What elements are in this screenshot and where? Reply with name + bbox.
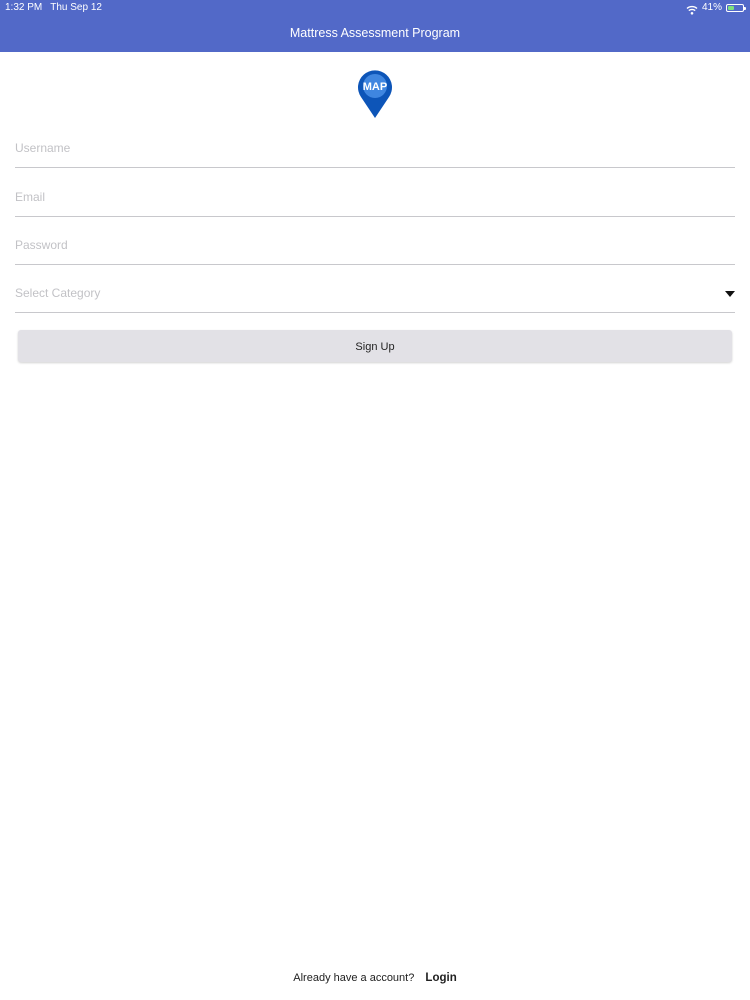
category-placeholder: Select Category [15, 286, 101, 300]
login-prompt: Already have a account? [293, 972, 415, 984]
map-pin-icon: MAP [358, 70, 392, 118]
battery-percent: 41% [701, 2, 722, 13]
username-field[interactable] [15, 133, 735, 168]
battery-level [728, 6, 734, 10]
email-input[interactable] [15, 190, 715, 204]
email-field[interactable] [15, 182, 735, 217]
status-time: 1:32 PM [5, 2, 43, 13]
footer: Already have a account? Login [0, 972, 750, 984]
password-field[interactable] [15, 230, 735, 265]
status-left: 1:32 PM Thu Sep 12 [5, 0, 102, 16]
sign-up-button[interactable]: Sign Up [18, 330, 732, 362]
logo-text: MAP [363, 81, 387, 93]
header-bar: 1:32 PM Thu Sep 12 41% Mattress Assessme… [0, 0, 750, 52]
category-select[interactable]: Select Category [15, 278, 735, 313]
login-link[interactable]: Login [425, 972, 456, 984]
status-bar: 1:32 PM Thu Sep 12 41% [0, 0, 750, 16]
page-title: Mattress Assessment Program [289, 26, 461, 40]
battery-icon [726, 4, 746, 12]
caret-down-icon[interactable] [725, 291, 735, 297]
wifi-icon [686, 5, 698, 15]
username-input[interactable] [15, 141, 715, 155]
status-date: Thu Sep 12 [50, 2, 102, 13]
password-input[interactable] [15, 238, 715, 252]
signup-screen: 1:32 PM Thu Sep 12 41% Mattress Assessme… [0, 0, 750, 1000]
status-right: 41% [686, 0, 746, 16]
